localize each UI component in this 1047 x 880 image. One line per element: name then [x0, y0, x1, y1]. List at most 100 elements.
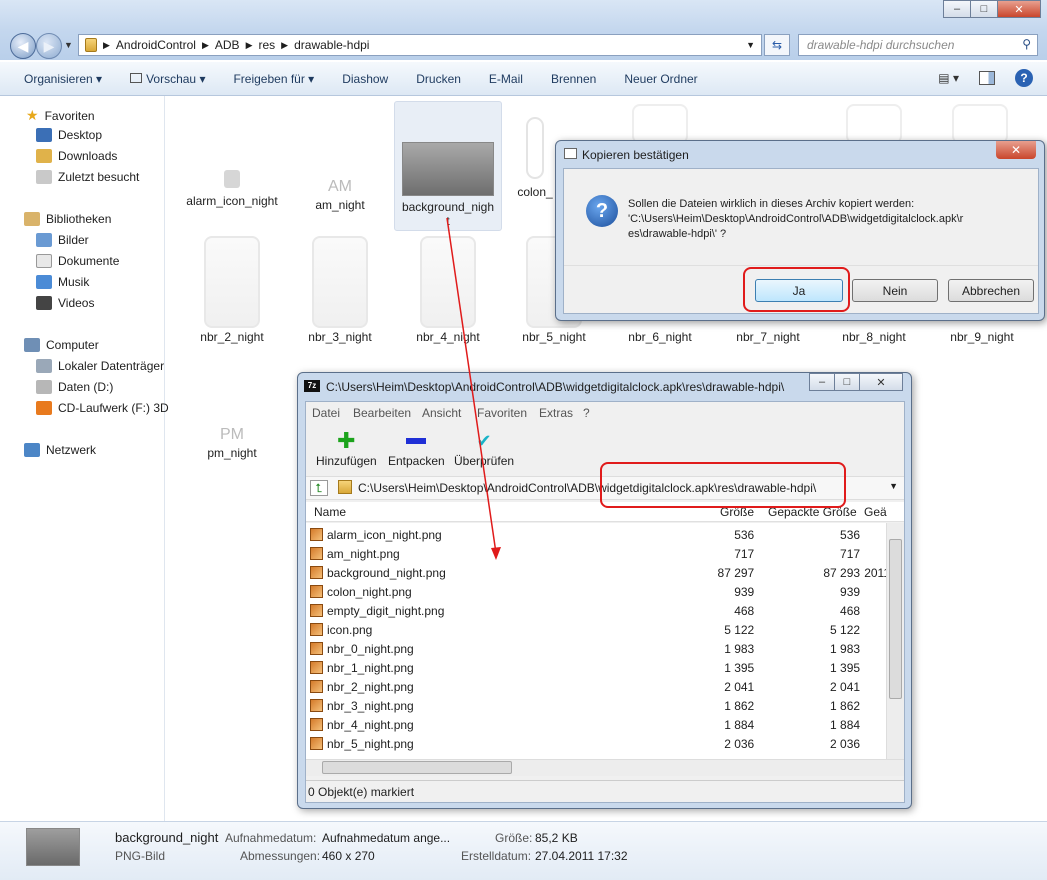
row-packed: 2 041 [830, 679, 861, 694]
table-row[interactable]: nbr_2_night.png 2 041 2 041 [310, 677, 886, 696]
file-nbr-7-night[interactable]: nbr_7_night [714, 330, 822, 344]
horizontal-scrollbar[interactable] [306, 759, 904, 776]
organize-menu[interactable]: Organisieren ▾ [10, 72, 116, 86]
column-modified[interactable]: Geä [864, 505, 887, 519]
table-row[interactable]: nbr_4_night.png 1 884 1 884 [310, 715, 886, 734]
file-pm-night[interactable]: PM pm_night [178, 426, 286, 460]
nav-cd-drive[interactable]: CD-Laufwerk (F:) 3D [36, 401, 169, 415]
details-name: background_night [115, 830, 219, 845]
up-folder-icon[interactable]: ⮤ [310, 480, 328, 496]
row-size: 87 297 [717, 565, 755, 580]
row-name: alarm_icon_night.png [326, 527, 442, 542]
file-nbr-8-night[interactable]: nbr_8_night [820, 330, 928, 344]
menu-file[interactable]: Datei [312, 406, 340, 420]
file-nbr-2-night[interactable]: nbr_2_night [178, 236, 286, 344]
address-bar[interactable]: ▶ AndroidControl ▶ ADB ▶ res ▶ drawable-… [78, 34, 762, 56]
menu-edit[interactable]: Bearbeiten [353, 406, 411, 420]
maximize-button[interactable]: □ [970, 0, 998, 18]
row-size: 5 122 [724, 622, 755, 637]
file-alarm-icon-night[interactable]: alarm_icon_night [178, 170, 286, 208]
sevenzip-window-controls: ‒ □ ✕ [809, 373, 903, 391]
close-button[interactable]: ✕ [997, 0, 1041, 18]
breadcrumb-2[interactable]: res [259, 38, 276, 52]
address-dropdown[interactable]: ▼ [746, 40, 755, 50]
slideshow-button[interactable]: Diashow [328, 72, 402, 86]
nav-music[interactable]: Musik [36, 275, 89, 289]
dialog-close-button[interactable]: ✕ [996, 141, 1036, 159]
file-nbr-6-night[interactable]: nbr_6_night [606, 330, 714, 344]
png-file-icon [310, 528, 323, 541]
burn-button[interactable]: Brennen [537, 72, 610, 86]
sevenzip-maximize-button[interactable]: □ [834, 373, 860, 391]
breadcrumb-1[interactable]: ADB [215, 38, 240, 52]
nav-network[interactable]: Netzwerk [24, 443, 96, 457]
details-date-value[interactable]: Aufnahmedatum ange... [322, 831, 450, 845]
table-row[interactable]: empty_digit_night.png 468 468 [310, 601, 886, 620]
menu-extras[interactable]: Extras [539, 406, 573, 420]
no-button[interactable]: Nein [852, 279, 938, 302]
refresh-button[interactable]: ⇆ [764, 34, 790, 56]
preview-menu[interactable]: Vorschau ▾ [116, 72, 219, 86]
nav-pictures[interactable]: Bilder [36, 233, 89, 247]
breadcrumb-3[interactable]: drawable-hdpi [294, 38, 369, 52]
table-row[interactable]: colon_night.png 939 939 [310, 582, 886, 601]
column-name[interactable]: Name [314, 505, 346, 519]
table-row[interactable]: nbr_5_night.png 2 036 2 036 [310, 734, 886, 753]
share-menu[interactable]: Freigeben für ▾ [219, 72, 328, 86]
nav-data-drive[interactable]: Daten (D:) [36, 380, 113, 394]
table-row[interactable]: background_night.png 87 297 87 2932011 [310, 563, 886, 582]
scrollbar-thumb[interactable] [322, 761, 512, 774]
cancel-button[interactable]: Abbrechen [948, 279, 1034, 302]
test-button[interactable]: ✔ Überprüfen [454, 432, 514, 468]
recent-pages-dropdown[interactable]: ▼ [64, 40, 73, 50]
scrollbar-thumb[interactable] [889, 539, 902, 699]
file-am-night[interactable]: AM am_night [286, 178, 394, 212]
change-view-icon[interactable]: ▤ ▾ [938, 71, 959, 85]
details-created-value: 27.04.2011 17:32 [535, 849, 628, 863]
nav-computer[interactable]: Computer [24, 338, 99, 352]
nav-desktop[interactable]: Desktop [36, 128, 102, 142]
forward-button[interactable]: ▶ [36, 33, 62, 59]
preview-pane-icon[interactable] [979, 71, 995, 85]
nav-documents[interactable]: Dokumente [36, 254, 119, 268]
row-name: background_night.png [326, 565, 446, 580]
file-nbr-3-night[interactable]: nbr_3_night [286, 236, 394, 344]
path-dropdown[interactable]: ▼ [889, 481, 898, 491]
table-row[interactable]: alarm_icon_night.png 536 536 [310, 525, 886, 544]
file-nbr-9-night[interactable]: nbr_9_night [928, 330, 1036, 344]
add-button[interactable]: ✚ Hinzufügen [316, 430, 377, 469]
file-background-night[interactable]: background_nigh t [394, 101, 502, 231]
nav-recent[interactable]: Zuletzt besucht [36, 170, 139, 184]
back-button[interactable]: ◀ [10, 33, 36, 59]
nav-local-disk[interactable]: Lokaler Datenträger [36, 359, 164, 373]
table-row[interactable]: am_night.png 717 717 [310, 544, 886, 563]
new-folder-button[interactable]: Neuer Ordner [610, 72, 711, 86]
table-row[interactable]: nbr_0_night.png 1 983 1 983 [310, 639, 886, 658]
help-icon[interactable]: ? [1015, 69, 1033, 87]
menu-favorites[interactable]: Favoriten [477, 406, 527, 420]
png-file-icon [310, 623, 323, 636]
png-file-icon [310, 566, 323, 579]
nav-favorites[interactable]: ★ Favoriten [26, 107, 95, 124]
email-button[interactable]: E-Mail [475, 72, 537, 86]
nav-libraries[interactable]: Bibliotheken [24, 212, 111, 226]
minimize-button[interactable]: ‒ [943, 0, 971, 18]
table-row[interactable]: nbr_3_night.png 1 862 1 862 [310, 696, 886, 715]
search-input[interactable]: drawable-hdpi durchsuchen ⚲ [798, 34, 1038, 56]
table-row[interactable]: icon.png 5 122 5 122 [310, 620, 886, 639]
row-packed: 536 [840, 527, 861, 542]
sevenzip-minimize-button[interactable]: ‒ [809, 373, 835, 391]
nav-videos[interactable]: Videos [36, 296, 94, 310]
dialog-message-line3: es\drawable-hdpi\' ? [628, 228, 727, 240]
digit-thumbnail [846, 104, 902, 144]
extract-button[interactable]: Entpacken [388, 432, 445, 468]
file-nbr-4-night[interactable]: nbr_4_night [394, 236, 502, 344]
nav-downloads[interactable]: Downloads [36, 149, 117, 163]
vertical-scrollbar[interactable] [886, 523, 904, 759]
menu-view[interactable]: Ansicht [422, 406, 461, 420]
print-button[interactable]: Drucken [402, 72, 475, 86]
breadcrumb-0[interactable]: AndroidControl [116, 38, 196, 52]
menu-help[interactable]: ? [583, 406, 590, 420]
sevenzip-close-button[interactable]: ✕ [859, 373, 903, 391]
table-row[interactable]: nbr_1_night.png 1 395 1 395 [310, 658, 886, 677]
